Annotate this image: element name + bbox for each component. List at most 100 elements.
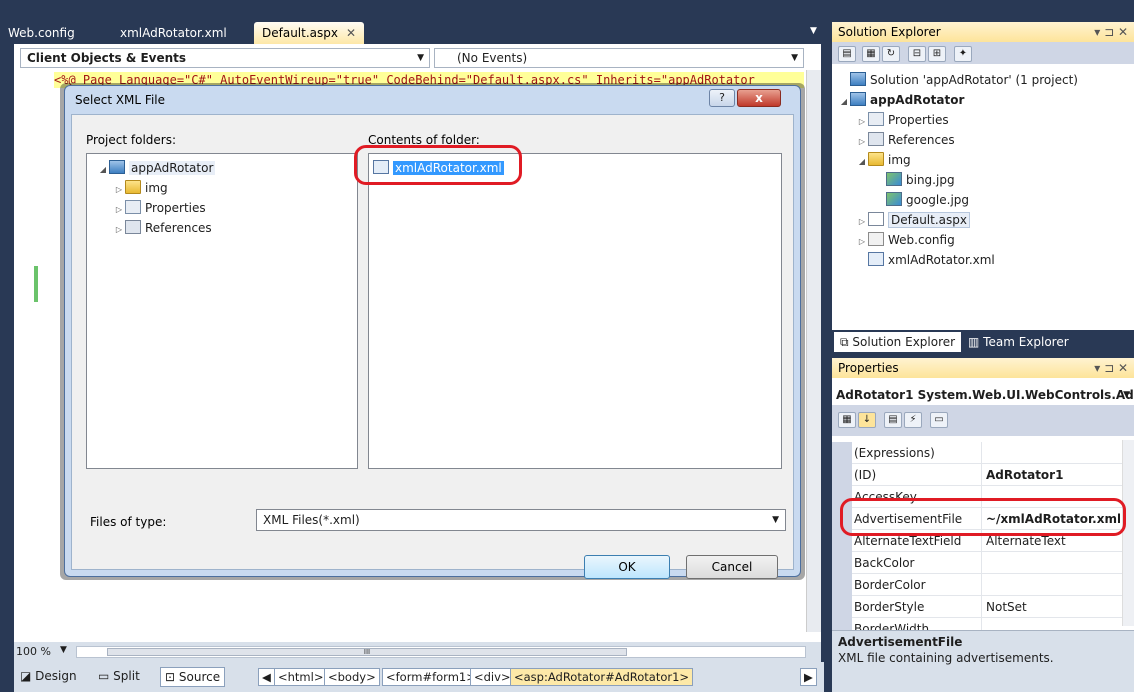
property-row[interactable]: BackColor bbox=[832, 552, 1122, 574]
categorized-icon[interactable]: ▦ bbox=[838, 412, 856, 428]
solution-item[interactable]: ▷ Web.config bbox=[856, 230, 955, 252]
solution-item[interactable]: bing.jpg bbox=[874, 170, 955, 190]
jpgi-icon bbox=[886, 172, 902, 186]
view-code-icon[interactable]: ⊟ bbox=[908, 46, 926, 62]
object-selector[interactable]: AdRotator1 System.Web.UI.WebControls.AdR… bbox=[832, 384, 1134, 406]
pagei-icon bbox=[868, 212, 884, 226]
property-name: BackColor bbox=[854, 552, 982, 574]
files-of-type-select[interactable]: XML Files(*.xml) ▼ bbox=[256, 509, 786, 531]
editor-vertical-scrollbar[interactable] bbox=[806, 70, 821, 632]
folder-contents-list[interactable]: xmlAdRotator.xml bbox=[368, 153, 782, 469]
expander-icon[interactable]: ▷ bbox=[113, 180, 125, 200]
property-value[interactable]: NotSet bbox=[986, 596, 1120, 618]
close-tab-icon[interactable]: ✕ bbox=[346, 26, 356, 40]
events-icon[interactable]: ⚡ bbox=[904, 412, 922, 428]
expander-icon[interactable]: ▷ bbox=[856, 132, 868, 152]
sln-icon bbox=[850, 72, 866, 86]
properties-header: Properties ▾ ⊐ ✕ bbox=[832, 358, 1134, 378]
properties-scrollbar[interactable] bbox=[1122, 440, 1134, 626]
pane-controls-icon[interactable]: ▾ ⊐ ✕ bbox=[1094, 22, 1128, 42]
description-title: AdvertisementFile bbox=[838, 635, 963, 649]
expander-icon[interactable]: ◢ bbox=[856, 152, 868, 172]
breadcrumb-adrotator[interactable]: <asp:AdRotator#AdRotator1> bbox=[510, 668, 694, 686]
breadcrumb-right-icon[interactable]: ▶ bbox=[800, 668, 817, 686]
close-button[interactable]: x bbox=[737, 89, 781, 107]
tree-item-img[interactable]: ▷ img bbox=[113, 178, 168, 200]
tree-item-references[interactable]: ▷ References bbox=[113, 218, 212, 240]
scroll-thumb[interactable]: III bbox=[107, 648, 627, 656]
property-pages-icon[interactable]: ▭ bbox=[930, 412, 948, 428]
source-icon: ⊡ bbox=[165, 670, 176, 684]
solution-item[interactable]: ◢ img bbox=[856, 150, 911, 172]
property-value[interactable]: AdRotator1 bbox=[986, 464, 1120, 486]
cancel-button[interactable]: Cancel bbox=[686, 555, 778, 579]
breadcrumb-form[interactable]: <form#form1> bbox=[382, 668, 480, 686]
tree-label: Properties bbox=[145, 201, 206, 215]
breadcrumb-body[interactable]: <body> bbox=[324, 668, 380, 686]
split-view-button[interactable]: ▭ Split bbox=[94, 667, 144, 687]
item-label: appAdRotator bbox=[870, 93, 965, 107]
pane-controls-icon[interactable]: ▾ ⊐ ✕ bbox=[1094, 358, 1128, 378]
design-view-button[interactable]: ◪ Design bbox=[16, 667, 81, 687]
tab-default-aspx[interactable]: Default.aspx ✕ bbox=[254, 22, 365, 44]
solution-item[interactable]: xmlAdRotator.xml bbox=[856, 250, 995, 270]
expander-icon[interactable]: ▷ bbox=[856, 112, 868, 132]
xmli-icon bbox=[868, 252, 884, 266]
breadcrumb-div[interactable]: <div> bbox=[470, 668, 515, 686]
client-objects-combo[interactable]: Client Objects & Events ▼ bbox=[20, 48, 430, 68]
solution-item[interactable]: ▷ References bbox=[856, 130, 955, 152]
solution-item[interactable]: google.jpg bbox=[874, 190, 969, 210]
horizontal-scrollbar[interactable]: III bbox=[76, 646, 806, 658]
solution-item[interactable]: Solution 'appAdRotator' (1 project) bbox=[838, 70, 1078, 90]
expander-icon[interactable]: ▷ bbox=[113, 220, 125, 240]
tab-dropdown-icon[interactable]: ▼ bbox=[810, 26, 817, 36]
project-folders-tree[interactable]: ◢ appAdRotator ▷ img ▷ Properties ▷ Referenc… bbox=[86, 153, 358, 469]
properties-view-icon[interactable]: ▤ bbox=[884, 412, 902, 428]
property-row[interactable]: BorderStyle NotSet bbox=[832, 596, 1122, 618]
property-row[interactable]: (ID) AdRotator1 bbox=[832, 464, 1122, 486]
expander-icon[interactable]: ◢ bbox=[97, 160, 109, 180]
row-gutter bbox=[832, 442, 852, 464]
alphabetical-icon[interactable]: ↓ bbox=[858, 412, 876, 428]
tab-web-config[interactable]: Web.config bbox=[0, 22, 83, 44]
item-label: Default.aspx bbox=[888, 212, 970, 228]
cfgi-icon bbox=[868, 232, 884, 246]
refresh-icon[interactable]: ↻ bbox=[882, 46, 900, 62]
property-row[interactable]: BorderColor bbox=[832, 574, 1122, 596]
expander-icon[interactable]: ▷ bbox=[856, 232, 868, 252]
proj-icon bbox=[850, 92, 866, 106]
source-view-button[interactable]: ⊡ Source bbox=[160, 667, 226, 687]
tree-item-properties[interactable]: ▷ Properties bbox=[113, 198, 206, 220]
chevron-down-icon: ▼ bbox=[772, 515, 779, 525]
view-bar: ◪ Design ▭ Split ⊡ Source ◀ <html> <body… bbox=[14, 662, 824, 692]
show-all-files-icon[interactable]: ▦ bbox=[862, 46, 880, 62]
tab-solution-explorer[interactable]: ⧉ Solution Explorer bbox=[834, 332, 962, 352]
item-label: Solution 'appAdRotator' (1 project) bbox=[870, 73, 1078, 87]
ok-button[interactable]: OK bbox=[584, 555, 670, 579]
events-combo[interactable]: (No Events) ▼ bbox=[434, 48, 804, 68]
expander-icon[interactable]: ◢ bbox=[838, 92, 850, 112]
expander-icon[interactable]: ▷ bbox=[113, 200, 125, 220]
view-designer-icon[interactable]: ⊞ bbox=[928, 46, 946, 62]
editor-bottom-bar: 100 % ▼ III bbox=[14, 642, 821, 662]
dialog-body: Project folders: Contents of folder: ◢ ap… bbox=[71, 114, 794, 579]
class-diagram-icon[interactable]: ✦ bbox=[954, 46, 972, 62]
folder-icon bbox=[868, 152, 884, 166]
zoom-level[interactable]: 100 % bbox=[16, 645, 51, 658]
tab-team-explorer[interactable]: ▥ Team Explorer bbox=[962, 332, 1075, 352]
zoom-dropdown-icon[interactable]: ▼ bbox=[60, 645, 67, 655]
tree-label: img bbox=[145, 181, 168, 195]
tree-item-appadrotator[interactable]: ◢ appAdRotator bbox=[97, 158, 216, 180]
chevron-down-icon: ▼ bbox=[791, 53, 798, 63]
solution-item[interactable]: ◢ appAdRotator bbox=[838, 90, 964, 112]
expander-icon[interactable]: ▷ bbox=[856, 212, 868, 232]
property-row[interactable]: (Expressions) bbox=[832, 442, 1122, 464]
breadcrumb-html[interactable]: <html> bbox=[274, 668, 328, 686]
tab-label: Solution Explorer bbox=[852, 335, 956, 349]
help-button[interactable]: ? bbox=[709, 89, 735, 107]
properties-icon[interactable]: ▤ bbox=[838, 46, 856, 62]
breadcrumb-left-icon[interactable]: ◀ bbox=[258, 668, 275, 686]
solution-item[interactable]: ▷ Properties bbox=[856, 110, 949, 132]
tab-xml-adrotator[interactable]: xmlAdRotator.xml bbox=[112, 22, 235, 44]
solution-item[interactable]: ▷ Default.aspx bbox=[856, 210, 970, 232]
